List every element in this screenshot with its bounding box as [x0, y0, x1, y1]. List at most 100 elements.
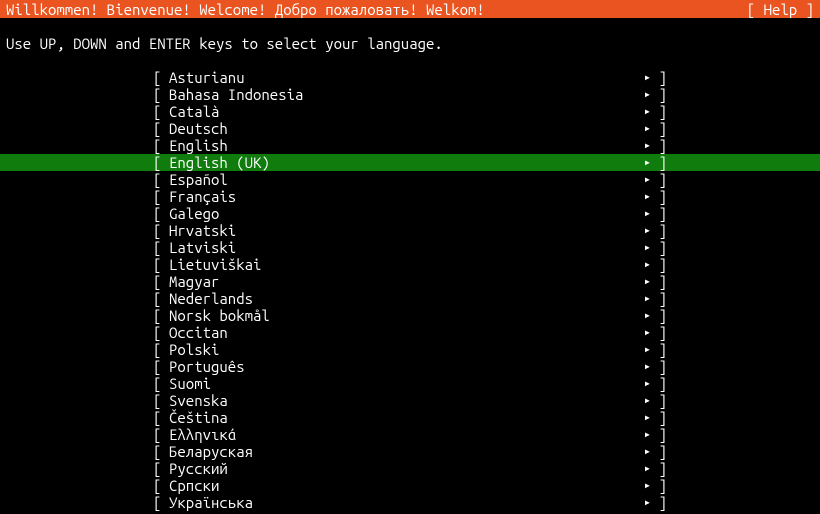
chevron-right-icon: ▸	[644, 460, 657, 477]
bracket-open: [	[153, 341, 169, 358]
bracket-open: [	[153, 307, 169, 324]
bracket-close: ]	[657, 307, 667, 324]
bracket-open: [	[153, 273, 169, 290]
language-item[interactable]: [Српски▸]	[0, 477, 820, 494]
language-item[interactable]: [Українська▸]	[0, 494, 820, 511]
bracket-close: ]	[657, 171, 667, 188]
language-item[interactable]: [Lietuviškai▸]	[0, 256, 820, 273]
bracket-close: ]	[657, 494, 667, 511]
bracket-open: [	[153, 137, 169, 154]
chevron-right-icon: ▸	[644, 137, 657, 154]
chevron-right-icon: ▸	[644, 426, 657, 443]
instruction-text: Use UP, DOWN and ENTER keys to select yo…	[0, 35, 820, 52]
language-label: Nederlands	[169, 290, 644, 307]
bracket-open: [	[153, 324, 169, 341]
language-item[interactable]: [Galego▸]	[0, 205, 820, 222]
bracket-open: [	[153, 154, 169, 171]
language-item[interactable]: [Русский▸]	[0, 460, 820, 477]
chevron-right-icon: ▸	[644, 324, 657, 341]
bracket-close: ]	[657, 69, 667, 86]
chevron-right-icon: ▸	[644, 205, 657, 222]
chevron-right-icon: ▸	[644, 120, 657, 137]
bracket-close: ]	[657, 86, 667, 103]
language-item[interactable]: [Português▸]	[0, 358, 820, 375]
bracket-close: ]	[657, 341, 667, 358]
bracket-close: ]	[657, 290, 667, 307]
language-item[interactable]: [Français▸]	[0, 188, 820, 205]
language-item[interactable]: [Bahasa Indonesia▸]	[0, 86, 820, 103]
language-item[interactable]: [Latviski▸]	[0, 239, 820, 256]
language-item[interactable]: [Suomi▸]	[0, 375, 820, 392]
language-label: Français	[169, 188, 644, 205]
bracket-open: [	[153, 375, 169, 392]
language-item[interactable]: [Беларуская▸]	[0, 443, 820, 460]
language-item[interactable]: [Norsk bokmål▸]	[0, 307, 820, 324]
language-label: Bahasa Indonesia	[169, 86, 644, 103]
language-item[interactable]: [Español▸]	[0, 171, 820, 188]
language-label: Čeština	[169, 409, 644, 426]
bracket-open: [	[153, 86, 169, 103]
bracket-close: ]	[657, 120, 667, 137]
bracket-close: ]	[657, 137, 667, 154]
bracket-open: [	[153, 358, 169, 375]
help-button[interactable]: [ Help ]	[747, 1, 814, 18]
language-label: Українська	[169, 494, 644, 511]
bracket-open: [	[153, 120, 169, 137]
bracket-close: ]	[657, 103, 667, 120]
language-label: Latviski	[169, 239, 644, 256]
bracket-close: ]	[657, 324, 667, 341]
bracket-open: [	[153, 460, 169, 477]
chevron-right-icon: ▸	[644, 273, 657, 290]
bracket-close: ]	[657, 205, 667, 222]
language-item[interactable]: [English (UK)▸]	[0, 154, 820, 171]
bracket-open: [	[153, 392, 169, 409]
language-label: Hrvatski	[169, 222, 644, 239]
bracket-open: [	[153, 290, 169, 307]
language-label: English	[169, 137, 644, 154]
chevron-right-icon: ▸	[644, 392, 657, 409]
language-label: Српски	[169, 477, 644, 494]
language-label: Galego	[169, 205, 644, 222]
language-item[interactable]: [Hrvatski▸]	[0, 222, 820, 239]
header-bar: Willkommen! Bienvenue! Welcome! Добро по…	[0, 0, 820, 18]
chevron-right-icon: ▸	[644, 69, 657, 86]
language-item[interactable]: [English▸]	[0, 137, 820, 154]
language-label: Deutsch	[169, 120, 644, 137]
bracket-close: ]	[657, 256, 667, 273]
bracket-open: [	[153, 222, 169, 239]
language-label: Svenska	[169, 392, 644, 409]
language-list: [Asturianu▸][Bahasa Indonesia▸][Català▸]…	[0, 69, 820, 511]
bracket-close: ]	[657, 154, 667, 171]
chevron-right-icon: ▸	[644, 103, 657, 120]
language-label: Català	[169, 103, 644, 120]
bracket-close: ]	[657, 443, 667, 460]
language-item[interactable]: [Svenska▸]	[0, 392, 820, 409]
language-item[interactable]: [Ελληνικά▸]	[0, 426, 820, 443]
chevron-right-icon: ▸	[644, 443, 657, 460]
language-item[interactable]: [Deutsch▸]	[0, 120, 820, 137]
language-item[interactable]: [Čeština▸]	[0, 409, 820, 426]
language-item[interactable]: [Asturianu▸]	[0, 69, 820, 86]
language-item[interactable]: [Nederlands▸]	[0, 290, 820, 307]
language-item[interactable]: [Occitan▸]	[0, 324, 820, 341]
language-item[interactable]: [Polski▸]	[0, 341, 820, 358]
language-item[interactable]: [Català▸]	[0, 103, 820, 120]
bracket-close: ]	[657, 222, 667, 239]
chevron-right-icon: ▸	[644, 290, 657, 307]
language-item[interactable]: [Magyar▸]	[0, 273, 820, 290]
bracket-close: ]	[657, 460, 667, 477]
bracket-close: ]	[657, 477, 667, 494]
bracket-open: [	[153, 409, 169, 426]
chevron-right-icon: ▸	[644, 375, 657, 392]
bracket-close: ]	[657, 239, 667, 256]
language-label: Magyar	[169, 273, 644, 290]
bracket-close: ]	[657, 375, 667, 392]
bracket-open: [	[153, 239, 169, 256]
chevron-right-icon: ▸	[644, 307, 657, 324]
chevron-right-icon: ▸	[644, 188, 657, 205]
bracket-close: ]	[657, 273, 667, 290]
bracket-open: [	[153, 188, 169, 205]
chevron-right-icon: ▸	[644, 86, 657, 103]
language-label: Asturianu	[169, 69, 644, 86]
language-label: English (UK)	[169, 154, 644, 171]
